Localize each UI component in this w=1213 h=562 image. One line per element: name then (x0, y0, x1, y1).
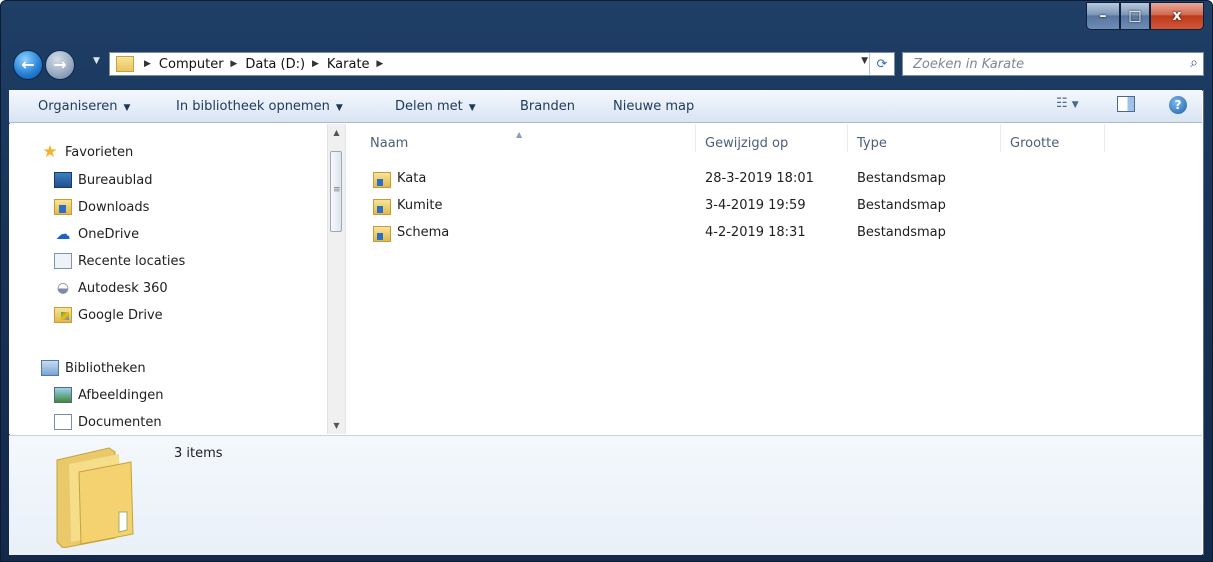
recent-pages-dropdown[interactable]: ▼ (93, 56, 100, 66)
grip-icon: ≡ (333, 185, 341, 195)
navigation-pane: ★ Favorieten Bureaublad Downloads ☁ OneDri… (9, 124, 346, 434)
file-row[interactable]: Schema 4-2-2019 18:31 Bestandsmap (346, 222, 1106, 246)
minimize-button[interactable]: – (1086, 2, 1120, 30)
dropdown-arrow-icon: ▼ (335, 103, 343, 113)
scrollbar-thumb[interactable]: ≡ (330, 151, 342, 232)
navigation-bar: ← → ▼ ▶ Computer ▶ Data (D:) ▶ Karate ▶ … (9, 48, 1204, 82)
item-count: 3 items (174, 446, 223, 461)
google-drive-folder-icon (54, 307, 72, 323)
nav-item-recent-locations[interactable]: Recente locaties (54, 251, 185, 271)
search-placeholder: Zoeken in Karate (913, 57, 1025, 72)
share-with-button[interactable]: Delen met ▼ (395, 99, 476, 114)
maximize-button[interactable]: □ (1120, 2, 1150, 30)
star-icon: ★ (42, 142, 58, 162)
nav-item-desktop[interactable]: Bureaublad (54, 170, 153, 190)
column-header-type[interactable]: Type (848, 124, 1001, 152)
chevron-right-icon: ▶ (309, 59, 319, 69)
breadcrumb-karate[interactable]: Karate ▶ (327, 57, 391, 72)
details-pane: 3 items (9, 435, 1202, 555)
column-header-modified[interactable]: Gewijzigd op (696, 124, 848, 152)
desktop-icon (54, 172, 72, 188)
column-header-row: Naam ▲ Gewijzigd op Type Grootte (346, 124, 1106, 152)
file-row[interactable]: Kumite 3-4-2019 19:59 Bestandsmap (346, 195, 1106, 219)
help-icon: ? (1174, 98, 1182, 112)
search-box[interactable]: Zoeken in Karate ⌕ (902, 52, 1204, 76)
address-history-dropdown[interactable]: ▼ (861, 56, 868, 66)
include-in-library-button[interactable]: In bibliotheek opnemen ▼ (176, 99, 343, 114)
dropdown-arrow-icon: ▼ (1071, 100, 1079, 110)
autodesk-360-icon: ◒ (56, 280, 70, 296)
folder-icon (373, 226, 391, 242)
refresh-icon: ⟳ (876, 56, 888, 72)
help-button[interactable]: ? (1169, 96, 1187, 114)
search-icon[interactable]: ⌕ (1190, 55, 1198, 71)
chevron-right-icon: ▶ (144, 59, 151, 69)
change-view-button[interactable]: ☷ ▼ (1056, 96, 1079, 111)
libraries-icon (41, 360, 59, 376)
chevron-right-icon: ▶ (373, 59, 384, 69)
sort-ascending-icon: ▲ (516, 130, 523, 139)
scroll-up-arrow-icon[interactable]: ▲ (328, 124, 345, 141)
recent-locations-icon (54, 253, 72, 269)
nav-item-documents[interactable]: Documenten (54, 412, 162, 432)
burn-button[interactable]: Branden (520, 99, 575, 114)
large-folder-icon (56, 447, 134, 548)
refresh-button[interactable]: ⟳ (869, 53, 894, 75)
preview-pane-button[interactable] (1117, 96, 1135, 112)
documents-icon (54, 414, 72, 430)
nav-item-onedrive[interactable]: ☁ OneDrive (54, 224, 140, 244)
nav-item-pictures[interactable]: Afbeeldingen (54, 385, 163, 405)
cloud-icon: ☁ (55, 225, 71, 243)
libraries-node[interactable]: Bibliotheken (41, 358, 146, 378)
caption-buttons: – □ x (1086, 2, 1204, 32)
folder-icon (116, 56, 134, 72)
folder-icon (373, 199, 391, 215)
column-header-name[interactable]: Naam (361, 124, 696, 152)
downloads-folder-icon (54, 199, 72, 215)
favorites-node[interactable]: ★ Favorieten (41, 142, 133, 162)
close-button[interactable]: x (1150, 2, 1204, 30)
nav-item-google-drive[interactable]: Google Drive (54, 305, 163, 325)
organize-button[interactable]: Organiseren ▼ (38, 99, 130, 114)
breadcrumb-root-chevron[interactable]: ▶ (140, 59, 159, 69)
nav-item-autodesk-360[interactable]: ◒ Autodesk 360 (54, 278, 168, 298)
dropdown-arrow-icon: ▼ (468, 103, 476, 113)
scroll-down-arrow-icon[interactable]: ▼ (328, 417, 345, 434)
address-bar[interactable]: ▶ Computer ▶ Data (D:) ▶ Karate ▶ ▼ ⟳ (109, 52, 895, 76)
pictures-icon (54, 387, 72, 403)
breadcrumb-computer[interactable]: Computer ▶ (159, 57, 245, 72)
breadcrumb-data-d[interactable]: Data (D:) ▶ (245, 57, 327, 72)
arrow-left-icon: ← (21, 55, 35, 74)
navigation-scrollbar[interactable]: ▲ ≡ ▼ (327, 124, 345, 434)
folder-icon (373, 172, 391, 188)
new-folder-button[interactable]: Nieuwe map (613, 99, 694, 114)
command-bar: Organiseren ▼ In bibliotheek opnemen ▼ Del… (9, 90, 1202, 123)
arrow-right-icon: → (53, 55, 67, 74)
back-button[interactable]: ← (13, 50, 43, 80)
nav-item-downloads[interactable]: Downloads (54, 197, 149, 217)
forward-button[interactable]: → (45, 50, 75, 80)
dropdown-arrow-icon: ▼ (123, 103, 131, 113)
view-list-icon: ☷ (1056, 96, 1068, 111)
column-header-size[interactable]: Grootte (1001, 124, 1105, 152)
file-list: Naam ▲ Gewijzigd op Type Grootte Kata 28… (346, 124, 1202, 434)
chevron-right-icon: ▶ (227, 59, 238, 69)
file-row[interactable]: Kata 28-3-2019 18:01 Bestandsmap (346, 168, 1106, 192)
